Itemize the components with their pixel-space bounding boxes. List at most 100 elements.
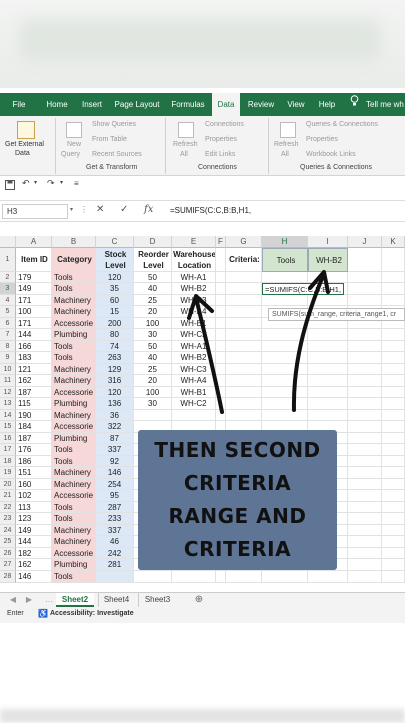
cell-item-id[interactable]: 149	[16, 283, 52, 295]
cell-reorder-level[interactable]: 100	[134, 318, 172, 329]
cell-item-id[interactable]: 186	[16, 456, 52, 467]
cell-stock-level[interactable]: 242	[96, 548, 134, 559]
row-header[interactable]: 22	[0, 502, 16, 513]
empty-cell[interactable]	[348, 352, 382, 364]
row-header[interactable]: 5	[0, 306, 16, 318]
cell-reorder-level[interactable]: 50	[134, 272, 172, 283]
cell-item-id[interactable]: 182	[16, 548, 52, 559]
refresh-all-button[interactable]: Refresh	[173, 141, 198, 148]
empty-cell[interactable]	[216, 295, 226, 306]
properties-button[interactable]: Properties	[205, 136, 237, 143]
cell-warehouse-location[interactable]: WH-A1	[172, 272, 216, 283]
row-header[interactable]: 20	[0, 479, 16, 490]
empty-cell[interactable]	[262, 329, 308, 341]
cell-reorder-level[interactable]: 20	[134, 306, 172, 318]
empty-cell[interactable]	[382, 536, 405, 548]
empty-cell[interactable]	[308, 341, 348, 352]
cell-reorder-level[interactable]: 50	[134, 341, 172, 352]
cell-category[interactable]: Plumbing	[52, 433, 96, 444]
empty-cell[interactable]	[216, 272, 226, 283]
row-header[interactable]: 4	[0, 295, 16, 306]
cell-item-id[interactable]: 160	[16, 479, 52, 490]
empty-cell[interactable]	[382, 525, 405, 536]
empty-cell[interactable]	[262, 410, 308, 421]
cell-category[interactable]: Accessorie	[52, 421, 96, 433]
cell-reorder-level[interactable]: 30	[134, 329, 172, 341]
row-header[interactable]: 15	[0, 421, 16, 433]
cell-stock-level[interactable]: 146	[96, 467, 134, 479]
empty-cell[interactable]	[226, 375, 262, 387]
column-header[interactable]: D	[134, 236, 172, 248]
row-header[interactable]: 27	[0, 559, 16, 571]
empty-cell[interactable]	[348, 548, 382, 559]
cell-category[interactable]: Machinery	[52, 295, 96, 306]
empty-cell[interactable]	[348, 456, 382, 467]
cell-item-id[interactable]: 162	[16, 559, 52, 571]
chevron-down-icon[interactable]: ▾	[70, 206, 73, 213]
empty-cell[interactable]	[308, 329, 348, 341]
cell-warehouse-location[interactable]: WH-A4	[172, 306, 216, 318]
empty-cell[interactable]	[226, 352, 262, 364]
empty-cell[interactable]	[262, 341, 308, 352]
row-header[interactable]: 1	[0, 248, 16, 272]
cell-reorder-level[interactable]: 20	[134, 375, 172, 387]
empty-cell[interactable]	[348, 559, 382, 571]
cell-item-id[interactable]: 179	[16, 272, 52, 283]
cell-category[interactable]: Accessorie	[52, 387, 96, 398]
empty-cell[interactable]	[382, 571, 405, 583]
empty-cell[interactable]	[382, 513, 405, 525]
cell-stock-level[interactable]: 233	[96, 513, 134, 525]
sheet-tab[interactable]: Sheet4	[98, 593, 134, 607]
cell-item-id[interactable]: 190	[16, 410, 52, 421]
empty-cell[interactable]	[216, 375, 226, 387]
empty-cell[interactable]	[216, 352, 226, 364]
cell-category[interactable]: Machinery	[52, 410, 96, 421]
cell-item-id[interactable]: 100	[16, 306, 52, 318]
empty-cell[interactable]	[382, 283, 405, 295]
column-header[interactable]: G	[226, 236, 262, 248]
column-header[interactable]: B	[52, 236, 96, 248]
empty-cell[interactable]	[262, 398, 308, 410]
sheet-tab[interactable]: Sheet3	[138, 593, 176, 607]
tab-file[interactable]: File	[4, 93, 34, 116]
show-queries-button[interactable]: Show Queries	[92, 121, 136, 128]
cell-category[interactable]: Tools	[52, 571, 96, 583]
tab-view[interactable]: View	[282, 93, 310, 116]
empty-cell[interactable]	[348, 467, 382, 479]
enter-icon[interactable]: ✓	[120, 204, 128, 215]
cell-stock-level[interactable]: 74	[96, 341, 134, 352]
cell-item-id[interactable]: 171	[16, 295, 52, 306]
empty-cell[interactable]	[382, 502, 405, 513]
cell-reorder-level[interactable]: 30	[134, 398, 172, 410]
empty-cell[interactable]	[382, 341, 405, 352]
cell-category[interactable]: Tools	[52, 341, 96, 352]
column-header[interactable]: K	[382, 236, 405, 248]
cell-category[interactable]: Machinery	[52, 375, 96, 387]
cell-stock-level[interactable]: 46	[96, 536, 134, 548]
row-header[interactable]: 25	[0, 536, 16, 548]
cell-warehouse-location[interactable]: WH-C2	[172, 398, 216, 410]
row-header[interactable]: 2	[0, 272, 16, 283]
cell-reorder-level[interactable]: 40	[134, 283, 172, 295]
cell-stock-level[interactable]: 92	[96, 456, 134, 467]
empty-cell[interactable]	[348, 272, 382, 283]
empty-cell[interactable]	[262, 295, 308, 306]
column-header[interactable]: F	[216, 236, 226, 248]
cell-category[interactable]: Plumbing	[52, 329, 96, 341]
cell-reorder-level[interactable]: 40	[134, 352, 172, 364]
cell-stock-level[interactable]: 287	[96, 502, 134, 513]
cell-warehouse-location[interactable]: WH-C3	[172, 364, 216, 375]
cell-warehouse-location[interactable]	[172, 410, 216, 421]
empty-cell[interactable]	[348, 479, 382, 490]
cell-stock-level[interactable]: 200	[96, 318, 134, 329]
cell-category[interactable]: Accessorie	[52, 318, 96, 329]
insert-function-icon[interactable]: fx	[144, 204, 153, 215]
row-header[interactable]: 18	[0, 456, 16, 467]
cell-stock-level[interactable]: 60	[96, 295, 134, 306]
tab-page-layout[interactable]: Page Layout	[110, 93, 164, 116]
connections-button[interactable]: Connections	[205, 121, 244, 128]
row-header[interactable]: 28	[0, 571, 16, 583]
cell-stock-level[interactable]: 337	[96, 444, 134, 456]
chevron-down-icon[interactable]: ▾	[34, 179, 37, 186]
cell-item-id[interactable]: 144	[16, 329, 52, 341]
